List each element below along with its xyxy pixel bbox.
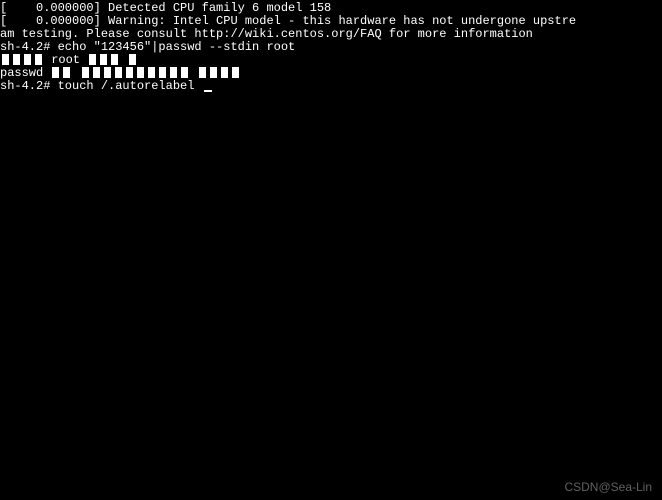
shell-prompt[interactable]: sh-4.2# — [0, 79, 58, 93]
garbled-text: root — [44, 53, 87, 67]
watermark: CSDN@Sea-Lin — [564, 481, 652, 494]
shell-command: touch /.autorelabel — [58, 79, 202, 93]
cursor — [204, 90, 212, 92]
garbled-output-line: root — [0, 54, 662, 67]
shell-command-line: sh-4.2# touch /.autorelabel — [0, 80, 662, 93]
garbled-prefix: passwd — [0, 66, 43, 80]
shell-command-line: sh-4.2# echo "123456"|passwd --stdin roo… — [0, 41, 662, 54]
shell-command: echo "123456"|passwd --stdin root — [58, 40, 296, 54]
shell-prompt[interactable]: sh-4.2# — [0, 40, 58, 54]
